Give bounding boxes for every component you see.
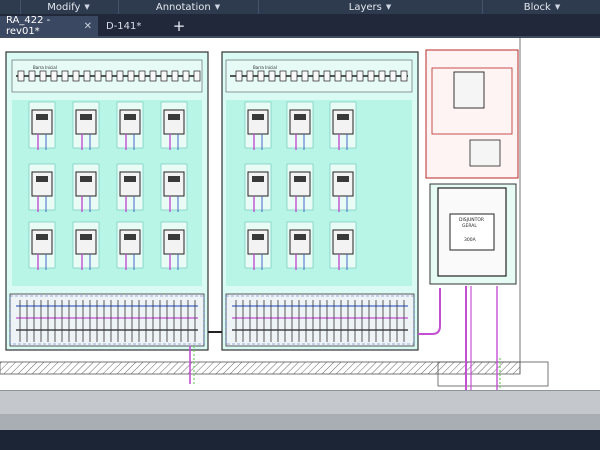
ribbon-panel-annotation[interactable]: Annotation ▼ [118, 0, 257, 14]
breaker-label-line1: DISJUNTOR [459, 218, 485, 223]
command-line[interactable] [0, 414, 600, 430]
file-tab-ra422[interactable]: RA_422 - rev01* ✕ [0, 15, 98, 37]
energy-meter [28, 221, 56, 270]
ribbon-panel-block[interactable]: Block ▼ [482, 0, 600, 14]
energy-meter [72, 221, 100, 270]
tab-label: RA_422 - rev01* [6, 15, 51, 37]
chevron-down-icon: ▼ [554, 3, 561, 11]
cad-drawing [0, 38, 549, 390]
energy-meter [329, 101, 357, 150]
file-tab-d141[interactable]: D-141* [100, 16, 162, 36]
energy-meter [286, 101, 314, 150]
panel-title-2: Barra Inicial [253, 65, 277, 70]
breaker-label-line3: 300A [464, 238, 476, 243]
status-bar [0, 430, 600, 450]
chevron-down-icon: ▼ [84, 3, 90, 11]
file-tab-bar: RA_422 - rev01* ✕ D-141* + [0, 14, 600, 38]
energy-meter [160, 163, 188, 212]
drawing-canvas[interactable]: Barra Inicial Barra Inicial DISJUNTOR GE… [0, 38, 600, 390]
energy-meter [286, 163, 314, 212]
energy-meter [116, 221, 144, 270]
energy-meter [329, 163, 357, 212]
plus-icon: + [172, 17, 186, 35]
energy-meter [72, 163, 100, 212]
close-icon[interactable]: ✕ [84, 21, 92, 32]
ribbon-panel-label: Layers [348, 1, 382, 13]
ribbon-panel-modify[interactable]: Modify ▼ [20, 0, 116, 14]
breaker-label-line2: GERAL [462, 224, 477, 229]
panel-title-1: Barra Inicial [33, 65, 57, 70]
energy-meter [329, 221, 357, 270]
ribbon-panel-label: Modify [47, 1, 81, 13]
energy-meter [28, 163, 56, 212]
energy-meter [244, 101, 272, 150]
chevron-down-icon: ▼ [385, 3, 392, 11]
energy-meter [28, 101, 56, 150]
energy-meter [116, 163, 144, 212]
new-tab-button[interactable]: + [168, 16, 190, 36]
chevron-down-icon: ▼ [214, 3, 221, 11]
energy-meter [116, 101, 144, 150]
energy-meter [160, 101, 188, 150]
ribbon-panel-layers[interactable]: Layers ▼ [258, 0, 481, 14]
tab-label: D-141* [106, 20, 142, 32]
ribbon-panel-label: Annotation [155, 1, 211, 13]
energy-meter [244, 221, 272, 270]
energy-meter [72, 101, 100, 150]
ribbon-panel-bar: Modify ▼ Annotation ▼ Layers ▼ Block ▼ [0, 0, 600, 14]
energy-meter [244, 163, 272, 212]
layout-tab-strip [0, 390, 600, 415]
energy-meter [286, 221, 314, 270]
ribbon-panel-label: Block [523, 1, 551, 13]
energy-meter [160, 221, 188, 270]
main-breaker-panel [425, 49, 519, 285]
